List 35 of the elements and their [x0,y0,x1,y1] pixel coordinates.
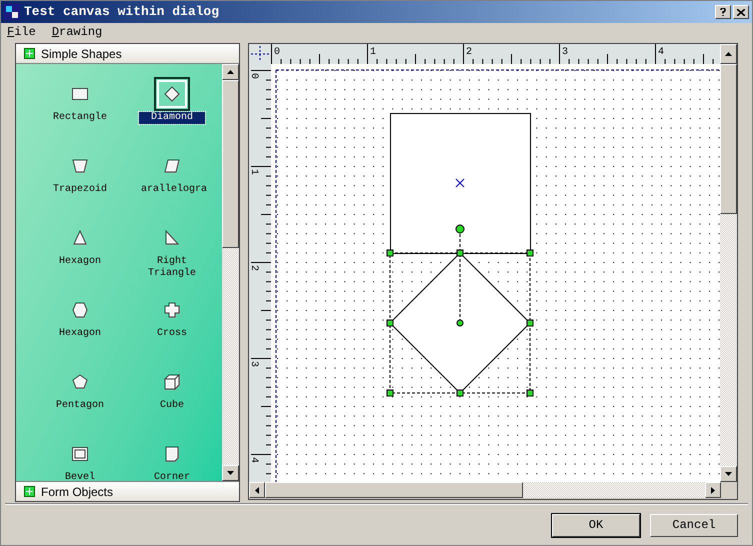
shape-item[interactable]: Trapezoid [34,149,126,221]
shape-label: Trapezoid [52,184,108,196]
shape-label: Hexagon [58,256,102,268]
dialog-button[interactable]: Cancel [650,514,738,536]
shape-label: Cube [158,400,185,412]
shape-label: arallelogra [140,184,205,196]
shape-item[interactable]: Right Triangle [126,221,218,293]
horizontal-ruler: 0 1 2 3 4 [270,44,720,64]
menu-item[interactable]: Drawing [50,23,104,41]
menu-item[interactable]: File [5,23,38,41]
shape-label: Rectangle [52,112,108,124]
palette-group-header[interactable]: Simple Shapes [16,44,239,64]
dialog-button[interactable]: OK [552,514,640,536]
shape-item[interactable]: Cube [126,365,218,437]
shape-item[interactable]: Hexagon [34,293,126,365]
group-title: Simple Shapes [41,46,122,62]
shape-item[interactable]: Diamond [126,77,218,149]
shape-label: Cross [156,328,188,340]
shape-item[interactable]: Rectangle [34,77,126,149]
shape-item[interactable]: Hexagon [34,221,126,293]
palette-group-header[interactable]: Form Objects [16,481,239,501]
shape-label: Corner [152,472,191,481]
shape-label: Bevel [64,472,96,481]
shape-item[interactable]: arallelogra [126,149,218,221]
group-title: Form Objects [41,484,114,500]
shape-item[interactable]: Pentagon [34,365,126,437]
vertical-ruler: 0 1 2 3 4 [249,64,271,482]
shape-label: Pentagon [54,400,105,412]
shape-label: Right Triangle [146,256,197,280]
shape-item[interactable]: Bevel [34,437,126,481]
shape-item[interactable]: Corner [126,437,218,481]
shape-label: Diamond [139,112,205,124]
shape-label: Hexagon [58,328,102,340]
shape-item[interactable]: Cross [126,293,218,365]
window-title: Test canvas within dialog [24,3,220,22]
